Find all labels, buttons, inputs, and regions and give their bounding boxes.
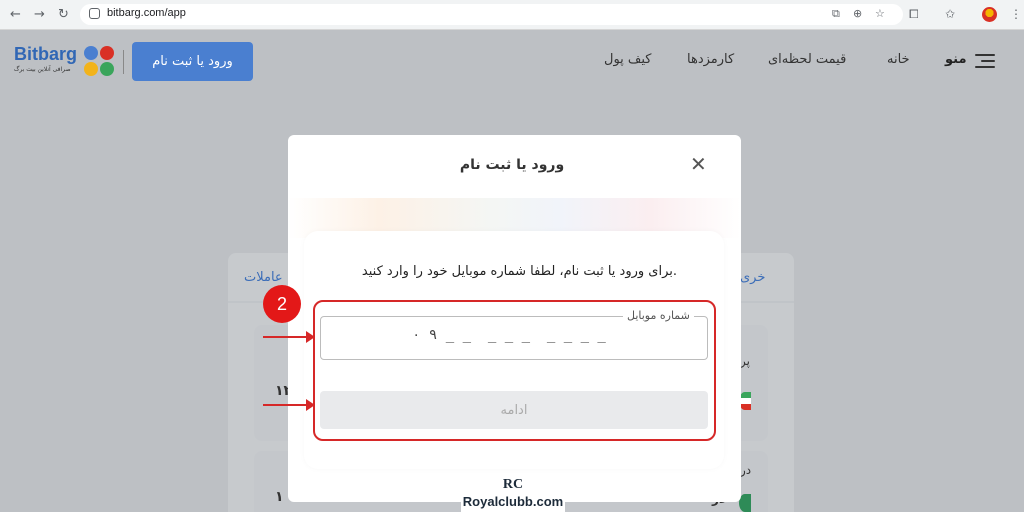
nav-wallet[interactable]: کیف پول [604,52,651,67]
zoom-icon[interactable]: ⊕ [853,7,862,20]
tab-buy[interactable]: خری [740,270,765,285]
bookmark-star-icon[interactable]: ☆ [875,7,885,20]
install-app-icon[interactable]: ⧉ [832,7,840,21]
nav-home[interactable]: خانه [887,52,910,67]
watermark-site: Royalclubb.com [462,494,564,509]
modal-title: ورود یا ثبت نام [459,157,565,173]
site-info-icon[interactable] [89,8,100,19]
more-menu-icon[interactable]: ⋮ [1010,7,1022,21]
logo-tagline: صرافی آنلاین بیت برگ [14,66,71,73]
close-icon[interactable]: ✕ [690,154,707,174]
reading-list-icon[interactable]: ✩ [945,7,955,21]
forward-arrow-icon[interactable]: → [34,7,45,23]
arrow-right-icon [263,331,315,343]
pay-label: پر [740,354,750,368]
menu-label[interactable]: منو [945,52,967,67]
nav-fees[interactable]: کارمزدها [687,52,734,67]
url-text: bitbarg.com/app [107,7,186,19]
royalclubb-watermark: RC Royalclubb.com [461,477,565,512]
tab-transactions[interactable]: عاملات [244,270,283,285]
receive-label: در [740,463,752,477]
receive-amount: ۱ [275,489,284,505]
nav-live-prices[interactable]: قیمت لحظه‌ای [768,52,846,67]
login-register-button[interactable]: ورود یا ثبت نام [132,42,253,81]
header-divider [123,50,124,74]
modal-instruction: برای ورود یا ثبت نام، لطفا شماره موبایل … [361,264,677,279]
hamburger-menu-icon[interactable] [975,54,995,68]
step-number-badge: 2 [263,285,301,323]
extensions-icon[interactable]: ⧠ [909,7,919,22]
reload-icon[interactable]: ↻ [58,7,69,23]
annotation-highlight-box [313,300,716,441]
logo-brand: Bitbarg [14,44,77,64]
address-bar[interactable]: bitbarg.com/app ⧉ ⊕ ☆ [80,4,903,25]
browser-toolbar: ← → ↻ bitbarg.com/app ⧉ ⊕ ☆ ⧠ ✩ ⋮ [0,0,1024,30]
profile-avatar[interactable] [982,7,997,22]
arrow-right-icon [263,399,315,411]
back-arrow-icon[interactable]: ← [10,7,21,23]
watermark-logo: RC [502,477,524,492]
bitbarg-logo[interactable]: Bitbarg صرافی آنلاین بیت برگ [14,44,118,80]
